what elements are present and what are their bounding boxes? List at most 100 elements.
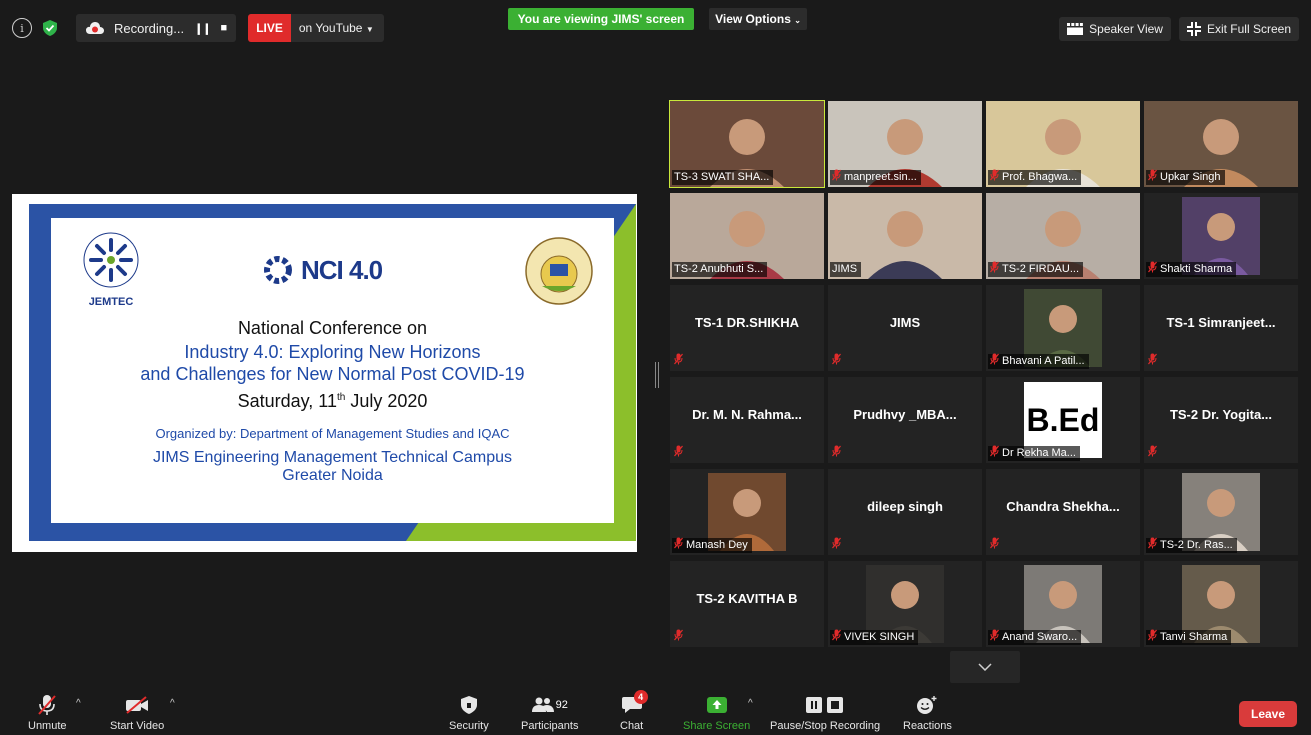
participant-tile[interactable]: TS-1 Simranjeet... [1144, 285, 1298, 371]
participant-tile[interactable]: TS-2 KAVITHA B [670, 561, 824, 647]
participant-label: Bhavani A Patil... [988, 353, 1089, 370]
participant-name-center: TS-1 Simranjeet... [1166, 315, 1276, 330]
pause-stop-recording-button[interactable]: Pause/Stop Recording [770, 694, 880, 732]
chat-icon: 4 [621, 690, 648, 716]
chat-label: Chat [620, 720, 644, 732]
participant-tile[interactable]: JIMS [828, 285, 982, 371]
slide-date-pre: Saturday, 11 [237, 391, 337, 411]
livestream-control[interactable]: LIVE on YouTube ▼ [248, 14, 384, 42]
pause-stop-recording-label: Pause/Stop Recording [770, 720, 881, 732]
participant-name-center: TS-2 Dr. Yogita... [1169, 407, 1273, 422]
slide-line-2: Industry 4.0: Exploring New Horizons [184, 342, 481, 362]
microphone-muted-icon [37, 694, 57, 716]
participant-label: TS-2 FIRDAU... [988, 261, 1084, 277]
participant-tile[interactable]: Upkar Singh [1144, 101, 1298, 187]
participants-button[interactable]: 92 Participants [521, 694, 578, 732]
top-bar: i Recording... ❙❙ ■ LIVE on YouTube ▼ Yo… [0, 0, 1311, 56]
mic-muted-icon [1148, 445, 1157, 462]
exit-full-screen-label: Exit Full Screen [1206, 22, 1291, 36]
participant-name: TS-2 Anubhuti S... [674, 263, 764, 275]
mic-muted-icon [674, 445, 683, 462]
participants-label: Participants [521, 720, 579, 732]
participant-tile[interactable]: TS-1 DR.SHIKHA [670, 285, 824, 371]
participant-label: TS-3 SWATI SHA... [672, 170, 774, 185]
participant-label: Shakti Sharma [1146, 261, 1237, 278]
participant-tile[interactable]: Chandra Shekha... [986, 469, 1140, 555]
mic-muted-icon [990, 537, 999, 554]
participant-name: VIVEK SINGH [844, 631, 915, 643]
unmute-button[interactable]: Unmute [28, 694, 67, 732]
university-seal [524, 236, 594, 306]
video-options-caret[interactable]: ^ [170, 698, 175, 709]
participant-name: TS-2 Dr. Ras... [1160, 539, 1233, 551]
share-options-caret[interactable]: ^ [748, 698, 753, 709]
leave-button[interactable]: Leave [1239, 701, 1297, 727]
participant-label [988, 537, 1003, 554]
chat-unread-badge: 4 [633, 690, 648, 704]
start-video-button[interactable]: Start Video [110, 694, 164, 732]
participant-tile[interactable]: Prudhvy _MBA... [828, 377, 982, 463]
participant-tile[interactable]: Shakti Sharma [1144, 193, 1298, 279]
participant-tile[interactable]: TS-2 Anubhuti S... [670, 193, 824, 279]
shield-icon[interactable] [40, 18, 60, 38]
participant-label [830, 445, 845, 461]
exit-full-screen-icon [1186, 22, 1201, 36]
share-screen-button[interactable]: Share Screen [683, 694, 750, 732]
speaker-view-label: Speaker View [1089, 22, 1163, 36]
participant-label: Upkar Singh [1146, 169, 1225, 185]
participant-label: Manash Dey [672, 537, 752, 553]
speaker-view-button[interactable]: Speaker View [1059, 17, 1171, 41]
participant-name: manpreet.sin... [844, 171, 917, 183]
info-icon[interactable]: i [12, 18, 32, 38]
pause-recording-icon[interactable]: ❙❙ [194, 22, 211, 35]
mic-muted-icon [990, 445, 999, 462]
participant-label: Tanvi Sharma [1146, 629, 1232, 645]
share-screen-label: Share Screen [683, 720, 751, 732]
mic-muted-icon [990, 629, 999, 646]
participant-tile[interactable]: dileep singh [828, 469, 982, 555]
participant-tile[interactable]: JIMS [828, 193, 982, 279]
meeting-status-group: i Recording... ❙❙ ■ LIVE on YouTube ▼ [12, 14, 384, 42]
participant-tile[interactable]: manpreet.sin... [828, 101, 982, 187]
participant-tile[interactable]: B.Ed Dr Rekha Ma... [986, 377, 1140, 463]
participant-tile[interactable]: TS-2 FIRDAU... [986, 193, 1140, 279]
participant-label: manpreet.sin... [830, 169, 921, 185]
participant-tile[interactable]: Prof. Bhagwa... [986, 101, 1140, 187]
mic-muted-icon [990, 169, 999, 186]
view-controls: Speaker View Exit Full Screen [1059, 17, 1299, 41]
participant-name: TS-2 FIRDAU... [1002, 263, 1080, 275]
mic-muted-icon [990, 353, 999, 370]
participant-tile[interactable]: TS-2 Dr. Yogita... [1144, 377, 1298, 463]
security-button[interactable]: Security [449, 694, 489, 732]
mic-muted-icon [1148, 537, 1157, 554]
mic-muted-icon [832, 353, 841, 370]
participant-label [672, 445, 687, 462]
view-options-button[interactable]: View Options ⌄ [709, 8, 807, 30]
start-video-label: Start Video [110, 720, 165, 732]
view-options-label: View Options [715, 12, 791, 26]
participant-tile[interactable]: Anand Swaro... [986, 561, 1140, 647]
audio-options-caret[interactable]: ^ [76, 698, 81, 709]
live-badge: LIVE [248, 14, 291, 42]
jemtec-logo: JEMTEC [71, 230, 151, 308]
participant-name-center: JIMS [889, 315, 921, 330]
stop-recording-icon[interactable]: ■ [221, 22, 228, 34]
slide-content: JEMTEC NCI 4.0 National Conference on In… [51, 218, 614, 523]
mic-muted-icon [1148, 261, 1157, 278]
exit-full-screen-button[interactable]: Exit Full Screen [1178, 17, 1299, 41]
participant-name-center: dileep singh [867, 499, 943, 514]
participant-tile[interactable]: VIVEK SINGH [828, 561, 982, 647]
participant-tile[interactable]: Manash Dey [670, 469, 824, 555]
reactions-button[interactable]: Reactions [903, 694, 952, 732]
participant-tile[interactable]: TS-2 Dr. Ras... [1144, 469, 1298, 555]
gallery-next-page-button[interactable] [950, 651, 1020, 683]
chat-button[interactable]: 4 Chat [620, 690, 648, 732]
participant-tile[interactable]: Dr. M. N. Rahma... [670, 377, 824, 463]
split-resize-handle[interactable] [655, 362, 659, 388]
participant-tile[interactable]: Bhavani A Patil... [986, 285, 1140, 371]
cloud-recording-control[interactable]: Recording... ❙❙ ■ [76, 14, 237, 42]
meeting-toolbar: Unmute ^ Start Video ^ Security 92 Parti… [0, 688, 1311, 735]
participant-tile[interactable]: Tanvi Sharma [1144, 561, 1298, 647]
participant-label: TS-2 Dr. Ras... [1146, 537, 1237, 554]
participant-tile[interactable]: TS-3 SWATI SHA... [669, 100, 825, 188]
